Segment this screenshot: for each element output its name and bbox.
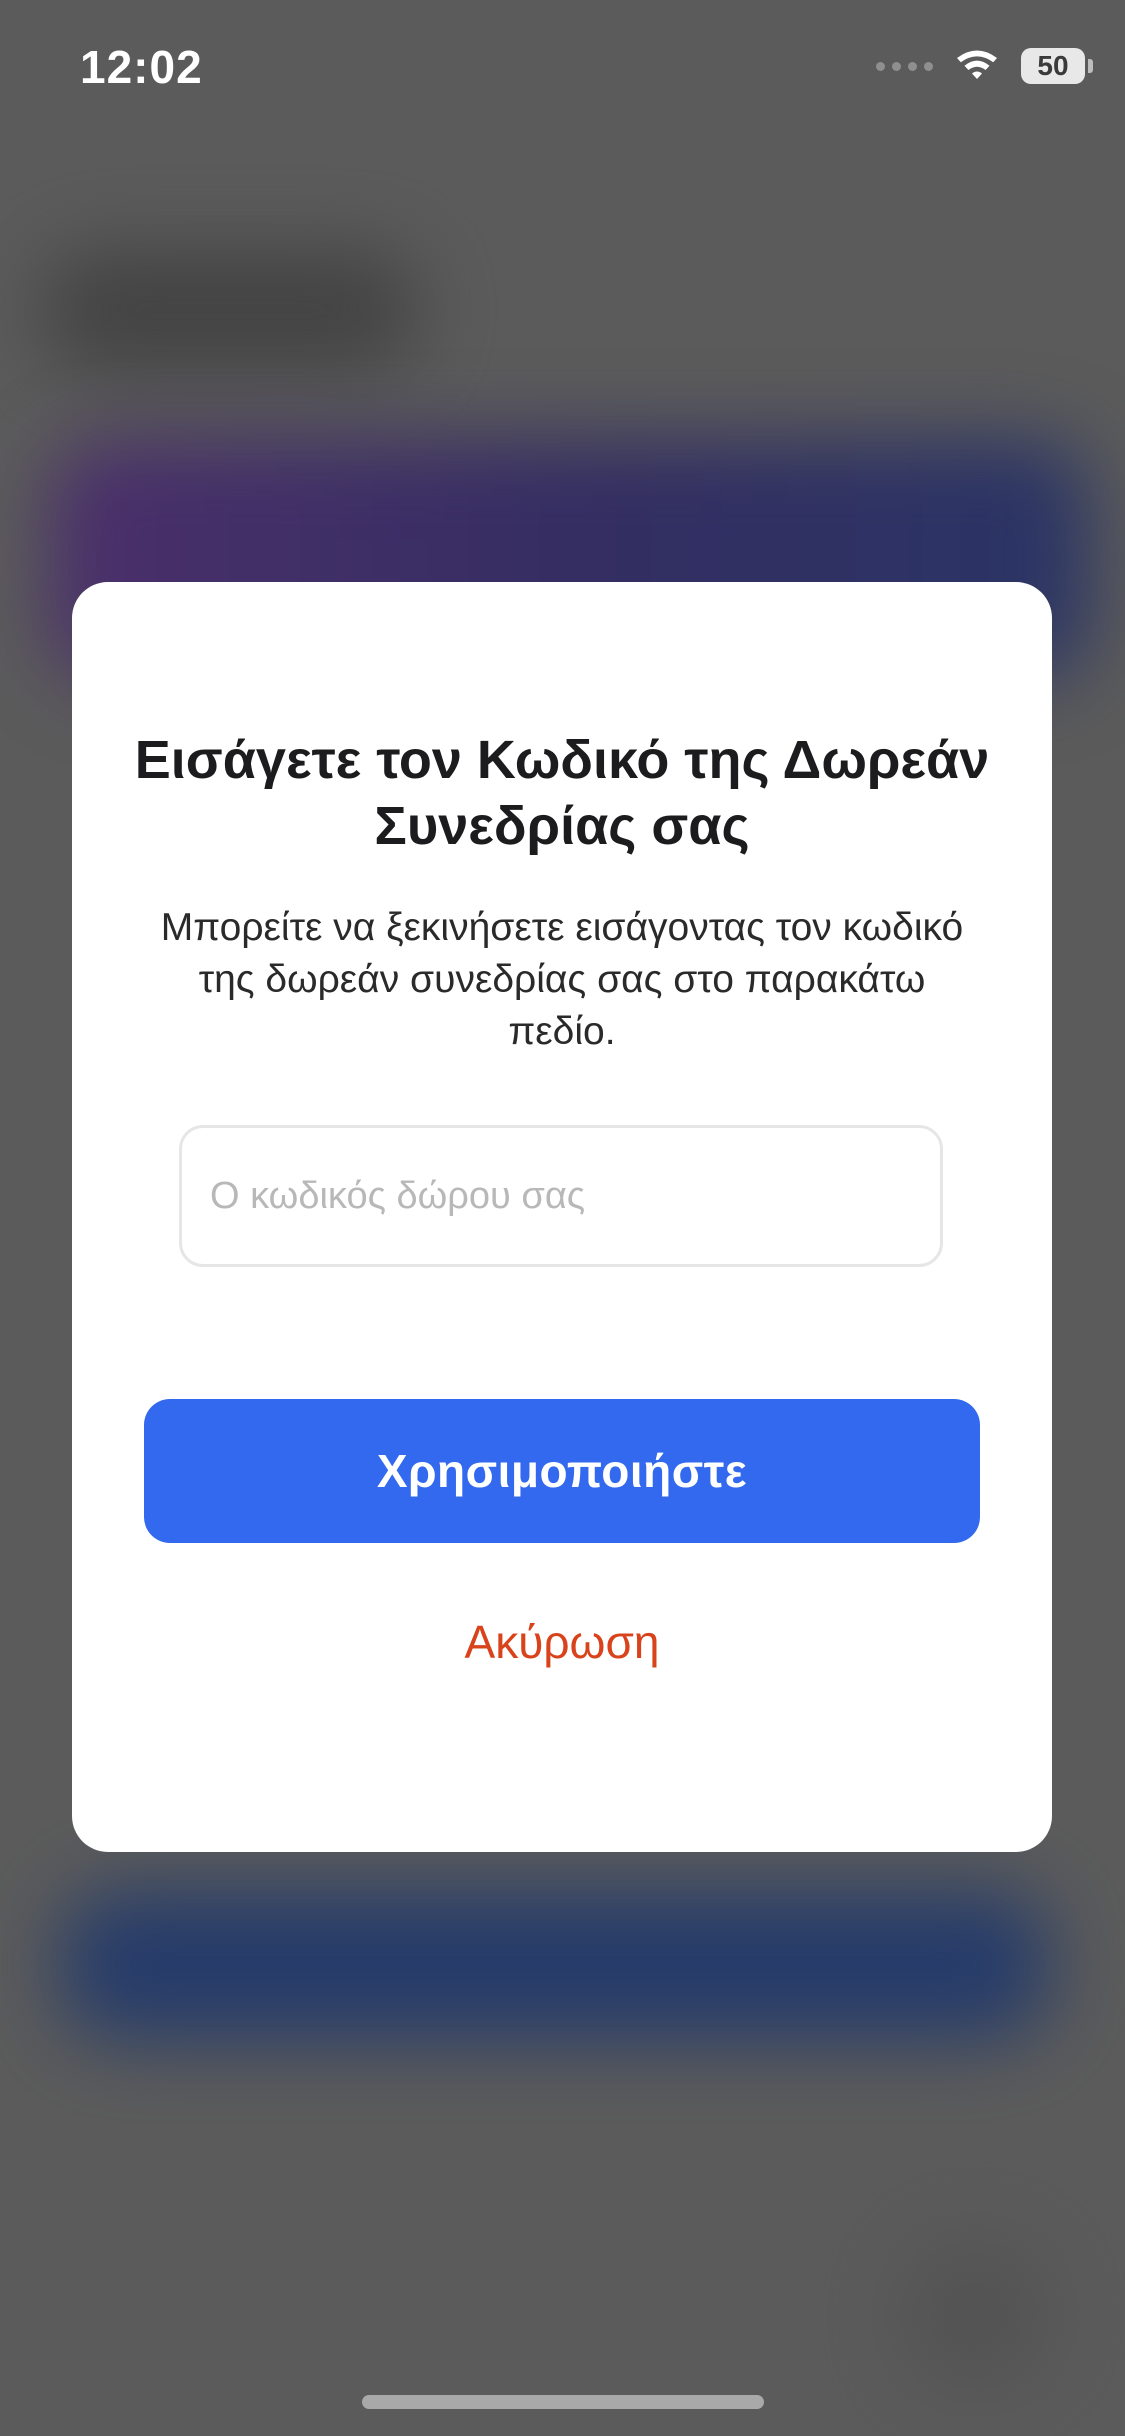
- use-button[interactable]: Χρησιμοποιήστε: [144, 1399, 980, 1543]
- status-bar: 12:02 50: [0, 0, 1125, 140]
- status-time: 12:02: [80, 41, 203, 93]
- battery-icon: 50: [1021, 48, 1093, 84]
- wifi-icon: [955, 49, 999, 83]
- battery-level: 50: [1037, 50, 1069, 81]
- status-indicators: 50: [876, 48, 1093, 84]
- blurred-bottom-button: [60, 1890, 1050, 2040]
- blurred-header: [40, 250, 420, 370]
- cancel-button[interactable]: Ακύρωση: [362, 1602, 762, 1682]
- gift-code-dialog: Εισάγετε τον Κωδικό της Δωρεάν Συνεδρίας…: [72, 582, 1052, 1852]
- gift-code-input[interactable]: [179, 1125, 943, 1267]
- signal-icon: [876, 61, 933, 71]
- dialog-title: Εισάγετε τον Κωδικό της Δωρεάν Συνεδρίας…: [134, 730, 990, 856]
- home-indicator[interactable]: [362, 2395, 764, 2409]
- blurred-floating-button: [900, 2240, 1050, 2390]
- dialog-description: Μπορείτε να ξεκινήσετε εισάγοντας τον κω…: [160, 906, 964, 1053]
